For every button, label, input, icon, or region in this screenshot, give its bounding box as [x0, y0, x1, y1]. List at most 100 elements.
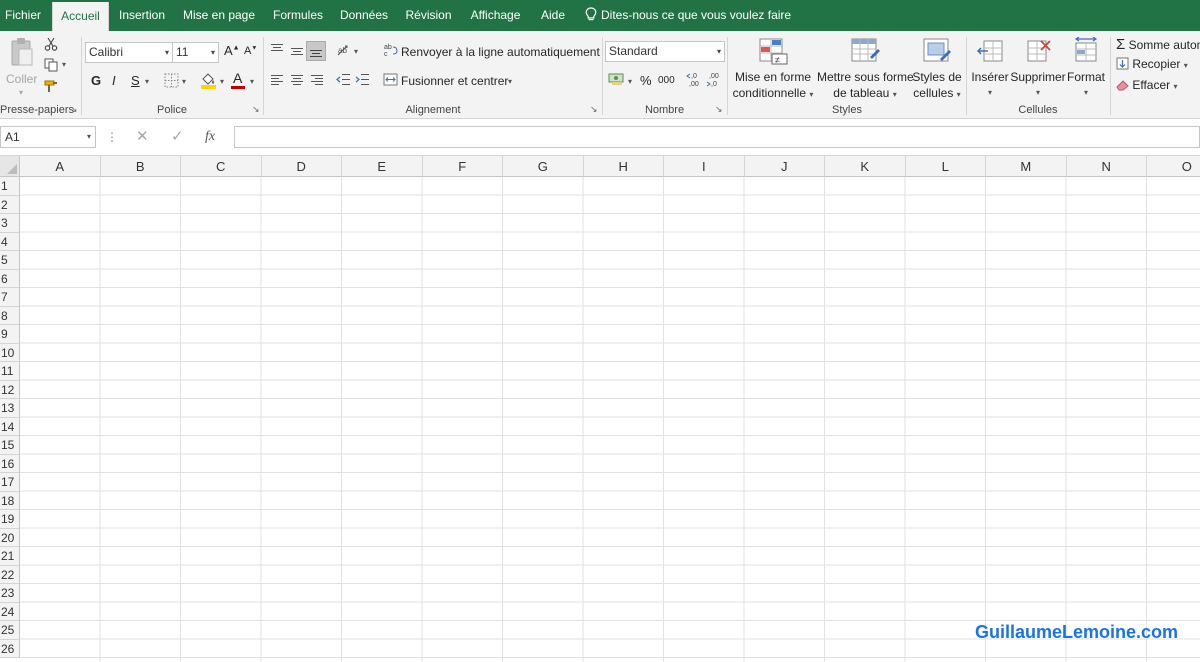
- underline-button[interactable]: S: [131, 73, 140, 88]
- fill-color-dropdown-icon[interactable]: ▾: [220, 77, 224, 86]
- tab-revision[interactable]: Révision: [400, 0, 457, 31]
- row-header-24[interactable]: 24: [0, 602, 20, 621]
- wrap-text-button[interactable]: Renvoyer à la ligne automatiquement: [401, 45, 600, 59]
- column-header-k[interactable]: K: [825, 156, 906, 177]
- tab-affichage[interactable]: Affichage: [464, 0, 527, 31]
- row-header-9[interactable]: 9: [0, 325, 20, 344]
- tab-fichier[interactable]: Fichier: [0, 0, 46, 31]
- row-header-18[interactable]: 18: [0, 491, 20, 510]
- merge-center-dropdown-icon[interactable]: ▾: [508, 77, 512, 86]
- row-header-5[interactable]: 5: [0, 251, 20, 270]
- accounting-format-icon[interactable]: [608, 72, 624, 86]
- align-middle-icon[interactable]: [290, 45, 304, 57]
- column-header-j[interactable]: J: [744, 156, 825, 177]
- font-size-select[interactable]: 11 ▾: [172, 42, 219, 63]
- align-right-icon[interactable]: [310, 74, 324, 85]
- wrap-text-icon[interactable]: ab c: [384, 43, 398, 57]
- thousands-button[interactable]: 000: [658, 75, 675, 86]
- number-launcher-icon[interactable]: ↘: [715, 104, 723, 115]
- font-launcher-icon[interactable]: ↘: [252, 104, 260, 115]
- row-header-4[interactable]: 4: [0, 232, 20, 251]
- column-header-f[interactable]: F: [422, 156, 503, 177]
- name-box[interactable]: A1 ▾: [0, 126, 96, 148]
- cells-area[interactable]: [20, 177, 1200, 662]
- format-as-table-button[interactable]: Mettre sous forme de tableau ▾: [817, 35, 914, 103]
- font-color-dropdown-icon[interactable]: ▾: [250, 77, 254, 86]
- borders-dropdown-icon[interactable]: ▾: [182, 77, 186, 86]
- cell-styles-button[interactable]: Styles de cellules ▾: [911, 35, 963, 103]
- alignment-launcher-icon[interactable]: ↘: [590, 104, 598, 115]
- autosum-button[interactable]: Σ Somme automatique: [1116, 36, 1200, 53]
- row-header-12[interactable]: 12: [0, 380, 20, 399]
- orientation-dropdown-icon[interactable]: ▾: [354, 47, 358, 56]
- row-header-7[interactable]: 7: [0, 288, 20, 307]
- copy-icon[interactable]: [44, 58, 58, 72]
- row-header-21[interactable]: 21: [0, 547, 20, 566]
- row-header-2[interactable]: 2: [0, 195, 20, 214]
- tab-donnees[interactable]: Données: [335, 0, 393, 31]
- align-center-icon[interactable]: [290, 74, 304, 85]
- cut-icon[interactable]: [44, 37, 58, 51]
- number-format-select[interactable]: Standard ▾: [605, 41, 725, 62]
- row-header-17[interactable]: 17: [0, 473, 20, 492]
- increase-indent-icon[interactable]: [355, 73, 370, 86]
- row-header-14[interactable]: 14: [0, 417, 20, 436]
- tab-aide[interactable]: Aide: [535, 0, 571, 31]
- format-painter-icon[interactable]: [44, 80, 59, 93]
- row-header-15[interactable]: 15: [0, 436, 20, 455]
- column-header-i[interactable]: I: [664, 156, 745, 177]
- row-header-22[interactable]: 22: [0, 565, 20, 584]
- clear-button[interactable]: Effacer ▾: [1116, 78, 1178, 92]
- column-header-b[interactable]: B: [100, 156, 181, 177]
- row-header-25[interactable]: 25: [0, 621, 20, 640]
- accounting-dropdown-icon[interactable]: ▾: [628, 77, 632, 86]
- column-header-e[interactable]: E: [342, 156, 423, 177]
- shrink-font-button[interactable]: A▼: [244, 45, 257, 57]
- column-header-n[interactable]: N: [1066, 156, 1147, 177]
- insert-cells-button[interactable]: Insérer ▾: [970, 35, 1010, 101]
- tell-me-search[interactable]: Dites-nous ce que vous voulez faire: [585, 0, 791, 31]
- enter-formula-icon[interactable]: ✓: [171, 126, 184, 148]
- borders-icon[interactable]: [164, 73, 179, 88]
- row-header-26[interactable]: 26: [0, 639, 20, 658]
- align-left-icon[interactable]: [270, 74, 284, 85]
- fill-button[interactable]: Recopier ▾: [1116, 57, 1188, 71]
- row-header-20[interactable]: 20: [0, 528, 20, 547]
- row-header-19[interactable]: 19: [0, 510, 20, 529]
- merge-center-button[interactable]: Fusionner et centrer: [401, 74, 508, 88]
- orientation-icon[interactable]: ab: [336, 43, 352, 57]
- merge-center-icon[interactable]: [383, 73, 398, 86]
- font-name-select[interactable]: Calibri ▾: [85, 42, 173, 63]
- select-all-button[interactable]: [0, 156, 20, 177]
- row-header-3[interactable]: 3: [0, 214, 20, 233]
- font-color-button[interactable]: A: [233, 70, 242, 86]
- fill-color-icon[interactable]: [200, 71, 217, 89]
- align-bottom-button[interactable]: [306, 41, 326, 61]
- underline-dropdown-icon[interactable]: ▾: [145, 77, 149, 86]
- grow-font-button[interactable]: A▲: [224, 43, 240, 58]
- percent-button[interactable]: %: [640, 73, 652, 88]
- column-header-l[interactable]: L: [905, 156, 986, 177]
- row-header-11[interactable]: 11: [0, 362, 20, 381]
- delete-cells-button[interactable]: Supprimer ▾: [1009, 35, 1067, 101]
- row-header-1[interactable]: 1: [0, 177, 20, 196]
- row-header-13[interactable]: 13: [0, 399, 20, 418]
- row-header-10[interactable]: 10: [0, 343, 20, 362]
- column-header-h[interactable]: H: [583, 156, 664, 177]
- decrease-decimal-icon[interactable]: ,00 ,0: [706, 71, 722, 87]
- conditional-formatting-button[interactable]: ≠ Mise en forme conditionnelle ▾: [731, 35, 815, 103]
- column-header-c[interactable]: C: [181, 156, 262, 177]
- column-header-a[interactable]: A: [20, 156, 101, 177]
- insert-function-button[interactable]: fx: [205, 126, 215, 148]
- tab-mise-en-page[interactable]: Mise en page: [178, 0, 260, 31]
- italic-button[interactable]: I: [112, 73, 116, 88]
- bold-button[interactable]: G: [91, 73, 101, 88]
- row-header-23[interactable]: 23: [0, 584, 20, 603]
- formula-input[interactable]: [234, 126, 1200, 148]
- column-header-g[interactable]: G: [503, 156, 584, 177]
- tab-formules[interactable]: Formules: [268, 0, 328, 31]
- cancel-formula-icon[interactable]: ✕: [136, 126, 149, 148]
- row-header-6[interactable]: 6: [0, 269, 20, 288]
- format-cells-button[interactable]: Format ▾: [1066, 35, 1106, 101]
- decrease-indent-icon[interactable]: [336, 73, 351, 86]
